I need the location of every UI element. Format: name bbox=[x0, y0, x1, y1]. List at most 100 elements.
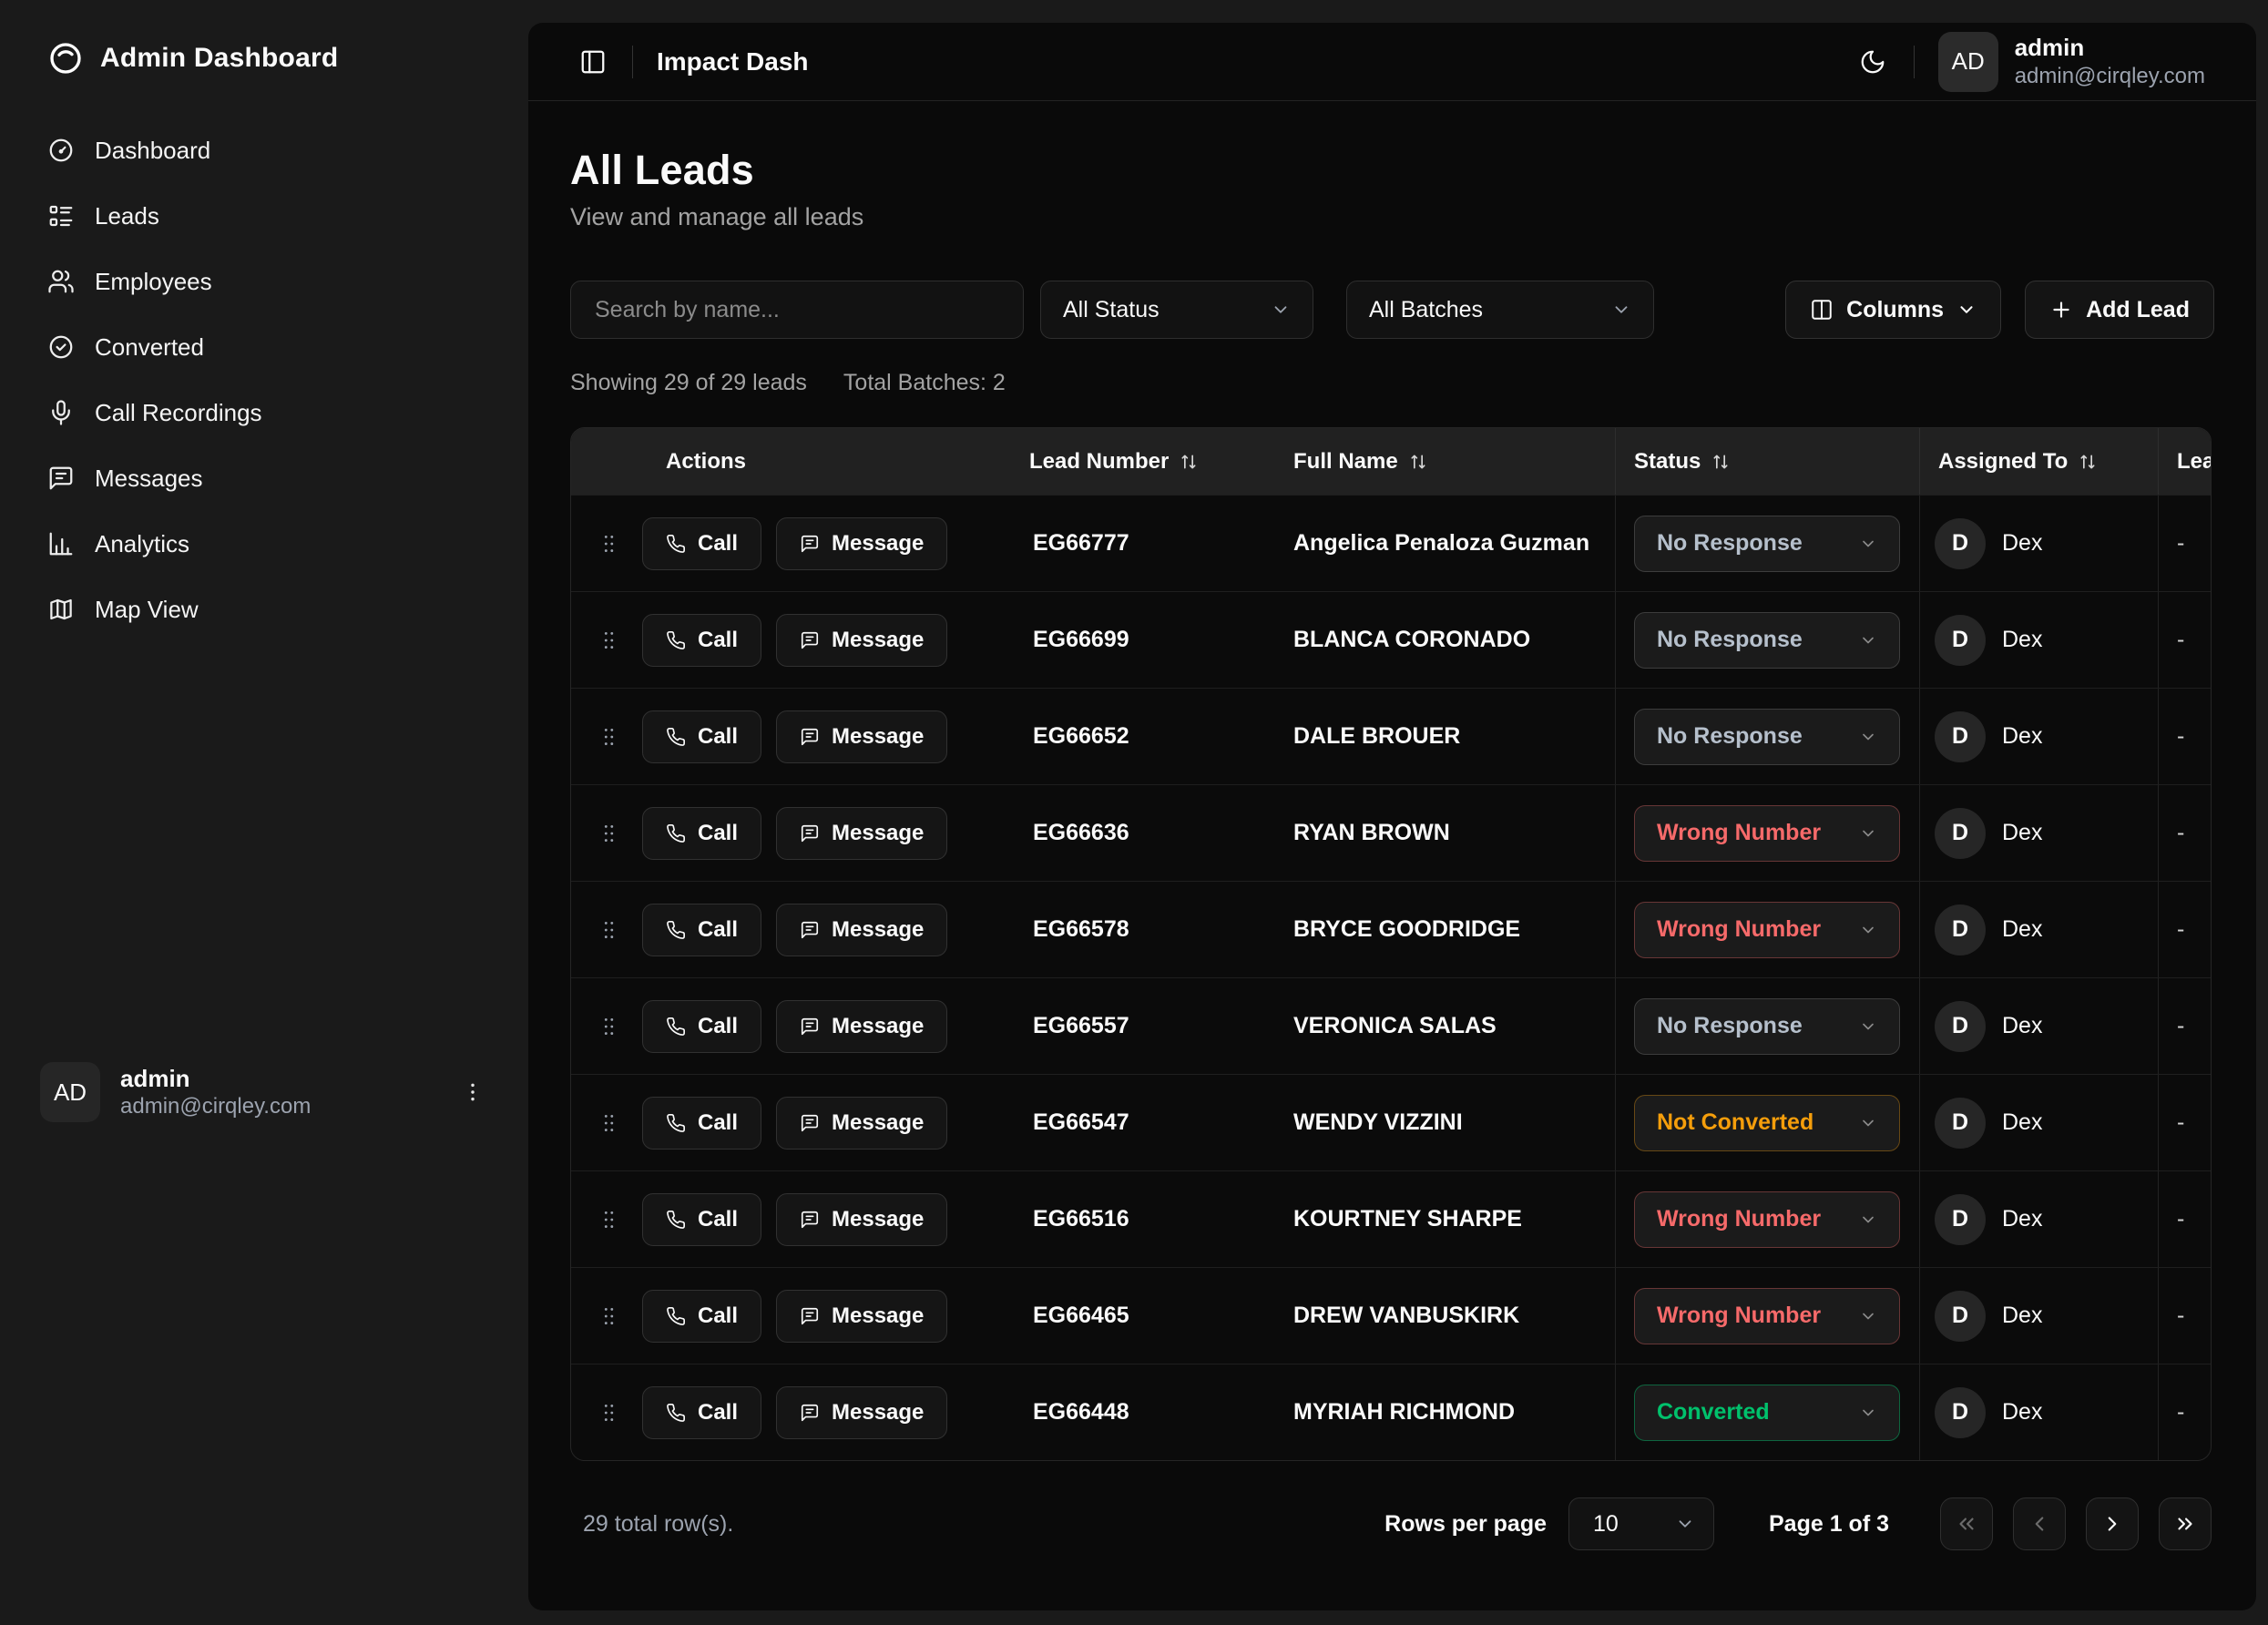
sidebar-item-dashboard[interactable]: Dashboard bbox=[22, 124, 506, 177]
sidebar-item-converted[interactable]: Converted bbox=[22, 321, 506, 373]
phone-icon bbox=[666, 534, 686, 554]
dark-mode-toggle-moon-icon[interactable] bbox=[1852, 41, 1894, 83]
sidebar-item-map-view[interactable]: Map View bbox=[22, 583, 506, 636]
drag-handle-icon[interactable] bbox=[597, 918, 620, 942]
drag-handle-icon[interactable] bbox=[597, 1208, 620, 1232]
sidebar-item-leads[interactable]: Leads bbox=[22, 189, 506, 242]
message-button[interactable]: Message bbox=[776, 904, 947, 956]
first-page-button[interactable] bbox=[1940, 1497, 1993, 1550]
call-button[interactable]: Call bbox=[642, 1290, 761, 1343]
lead-number-cell: EG66516 bbox=[1011, 1206, 1275, 1232]
message-icon bbox=[800, 1306, 820, 1326]
status-badge-select[interactable]: Wrong Number bbox=[1634, 1288, 1900, 1344]
call-button[interactable]: Call bbox=[642, 517, 761, 570]
status-badge-select[interactable]: No Response bbox=[1634, 709, 1900, 765]
drag-handle-icon[interactable] bbox=[597, 822, 620, 845]
actions-cell: Call Message bbox=[571, 614, 1011, 667]
status-filter-value: All Status bbox=[1063, 297, 1160, 323]
call-button[interactable]: Call bbox=[642, 904, 761, 956]
rows-per-page-select[interactable]: 10 bbox=[1568, 1497, 1714, 1550]
status-badge-select[interactable]: Wrong Number bbox=[1634, 1191, 1900, 1248]
chevron-down-icon bbox=[1859, 921, 1877, 939]
message-button[interactable]: Message bbox=[776, 807, 947, 860]
table-meta: Showing 29 of 29 leads Total Batches: 2 bbox=[570, 370, 2214, 396]
table-row: Call Message EG66448 MYRIAH RICHMOND Con… bbox=[571, 1364, 2211, 1460]
drag-handle-icon[interactable] bbox=[597, 1304, 620, 1328]
message-button[interactable]: Message bbox=[776, 517, 947, 570]
lead-number-cell: EG66448 bbox=[1011, 1399, 1275, 1426]
call-button[interactable]: Call bbox=[642, 807, 761, 860]
call-button[interactable]: Call bbox=[642, 614, 761, 667]
call-button[interactable]: Call bbox=[642, 710, 761, 763]
sidebar-item-label: Call Recordings bbox=[95, 399, 262, 427]
actions-cell: Call Message bbox=[571, 807, 1011, 860]
table-row: Call Message EG66557 VERONICA SALAS No R… bbox=[571, 977, 2211, 1074]
status-badge-select[interactable]: Not Converted bbox=[1634, 1095, 1900, 1151]
message-button[interactable]: Message bbox=[776, 1193, 947, 1246]
next-page-button[interactable] bbox=[2086, 1497, 2139, 1550]
assignee-name: Dex bbox=[2002, 723, 2042, 750]
phone-icon bbox=[666, 630, 686, 650]
assigned-to-cell: D Dex bbox=[1919, 882, 2158, 977]
sidebar-toggle-icon[interactable] bbox=[574, 43, 612, 81]
drag-handle-icon[interactable] bbox=[597, 725, 620, 749]
user-menu-ellipsis-icon[interactable] bbox=[454, 1073, 492, 1111]
column-header-status[interactable]: Status bbox=[1615, 428, 1919, 495]
sidebar-item-messages[interactable]: Messages bbox=[22, 452, 506, 505]
drag-handle-icon[interactable] bbox=[597, 629, 620, 652]
extra-cell: - bbox=[2158, 1075, 2211, 1170]
leads-table: ActionsLead NumberFull NameStatusAssigne… bbox=[570, 427, 2212, 1461]
assigned-to-cell: D Dex bbox=[1919, 496, 2158, 591]
call-button[interactable]: Call bbox=[642, 1000, 761, 1053]
drag-handle-icon[interactable] bbox=[597, 1015, 620, 1038]
status-filter-select[interactable]: All Status bbox=[1040, 281, 1313, 339]
assignee-name: Dex bbox=[2002, 820, 2042, 846]
sidebar-item-employees[interactable]: Employees bbox=[22, 255, 506, 308]
call-button[interactable]: Call bbox=[642, 1193, 761, 1246]
sort-icon bbox=[1180, 453, 1198, 471]
message-button[interactable]: Message bbox=[776, 1000, 947, 1053]
status-badge-select[interactable]: Wrong Number bbox=[1634, 902, 1900, 958]
sidebar-user-avatar: AD bbox=[40, 1062, 100, 1122]
actions-cell: Call Message bbox=[571, 1097, 1011, 1150]
assigned-to-cell: D Dex bbox=[1919, 978, 2158, 1074]
topbar-user-menu[interactable]: AD admin admin@cirqley.com bbox=[1938, 32, 2205, 92]
add-lead-button[interactable]: Add Lead bbox=[2025, 281, 2214, 339]
status-badge-select[interactable]: Converted bbox=[1634, 1385, 1900, 1441]
drag-handle-icon[interactable] bbox=[597, 1401, 620, 1425]
status-badge-select[interactable]: No Response bbox=[1634, 516, 1900, 572]
search-input[interactable] bbox=[570, 281, 1024, 339]
assignee-name: Dex bbox=[2002, 1303, 2042, 1329]
drag-handle-icon[interactable] bbox=[597, 532, 620, 556]
status-badge-select[interactable]: No Response bbox=[1634, 612, 1900, 669]
topbar-divider bbox=[632, 46, 633, 78]
columns-button[interactable]: Columns bbox=[1785, 281, 2001, 339]
column-header-lead-number[interactable]: Lead Number bbox=[1011, 428, 1275, 495]
message-button[interactable]: Message bbox=[776, 710, 947, 763]
call-button[interactable]: Call bbox=[642, 1097, 761, 1150]
message-button[interactable]: Message bbox=[776, 1097, 947, 1150]
total-batches: Total Batches: 2 bbox=[843, 370, 1006, 396]
assignee-avatar: D bbox=[1935, 1291, 1986, 1342]
message-icon bbox=[800, 1113, 820, 1133]
drag-handle-icon[interactable] bbox=[597, 1111, 620, 1135]
column-header-full-name[interactable]: Full Name bbox=[1275, 428, 1615, 495]
sidebar-header: Admin Dashboard bbox=[0, 0, 528, 77]
previous-page-button[interactable] bbox=[2013, 1497, 2066, 1550]
message-icon bbox=[800, 534, 820, 554]
last-page-button[interactable] bbox=[2159, 1497, 2212, 1550]
status-badge-select[interactable]: Wrong Number bbox=[1634, 805, 1900, 862]
extra-cell: - bbox=[2158, 496, 2211, 591]
message-button[interactable]: Message bbox=[776, 1386, 947, 1439]
column-header-assigned-to[interactable]: Assigned To bbox=[1919, 428, 2158, 495]
batches-filter-select[interactable]: All Batches bbox=[1346, 281, 1654, 339]
status-badge-select[interactable]: No Response bbox=[1634, 998, 1900, 1055]
actions-cell: Call Message bbox=[571, 710, 1011, 763]
message-button[interactable]: Message bbox=[776, 1290, 947, 1343]
status-cell: Wrong Number bbox=[1615, 785, 1919, 881]
message-button[interactable]: Message bbox=[776, 614, 947, 667]
topbar-divider bbox=[1914, 46, 1915, 78]
sidebar-item-call-recordings[interactable]: Call Recordings bbox=[22, 386, 506, 439]
sidebar-item-analytics[interactable]: Analytics bbox=[22, 517, 506, 570]
call-button[interactable]: Call bbox=[642, 1386, 761, 1439]
